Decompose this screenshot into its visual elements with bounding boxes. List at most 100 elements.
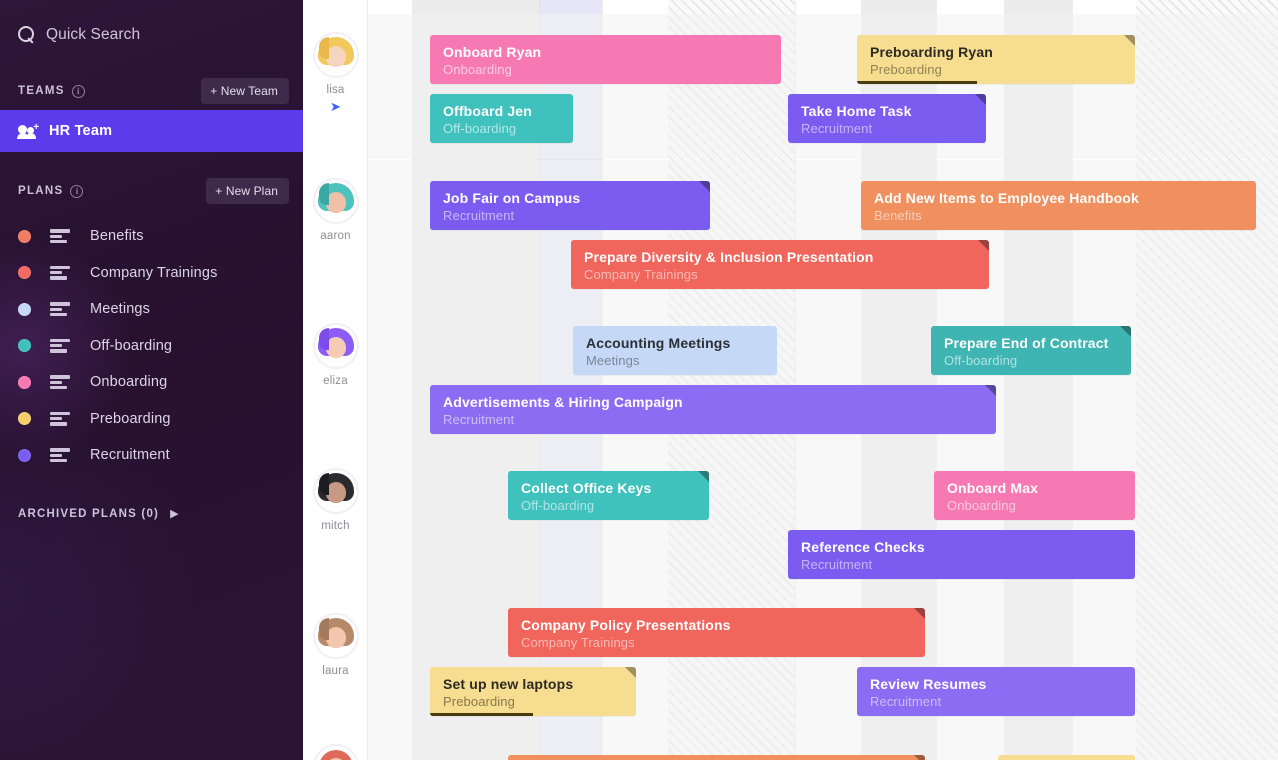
info-icon[interactable]: i bbox=[70, 184, 84, 198]
timeline-task-bar[interactable]: Offboard Jen Off-boarding bbox=[430, 94, 573, 143]
plan-color-dot bbox=[18, 412, 31, 426]
timeline-task-bar[interactable]: Prepare Diversity & Inclusion Presentati… bbox=[571, 240, 989, 289]
plan-list-icon bbox=[50, 411, 70, 426]
avatar bbox=[312, 32, 359, 78]
plan-label: Preboarding bbox=[90, 410, 171, 427]
task-title: Offboard Jen bbox=[443, 103, 532, 119]
task-plan-label: Preboarding bbox=[870, 62, 942, 78]
timeline-task-bar[interactable]: Onboard Max Onboarding bbox=[934, 471, 1135, 520]
quick-search-row[interactable] bbox=[0, 0, 303, 52]
person-cell[interactable]: laura bbox=[303, 613, 368, 677]
task-title: Set up new laptops bbox=[443, 676, 574, 692]
info-icon[interactable]: i bbox=[71, 84, 85, 98]
person-name: mitch bbox=[321, 520, 350, 532]
person-cell[interactable]: mitch bbox=[303, 468, 368, 532]
timeline-task-bar[interactable]: Set up new laptops Preboarding bbox=[430, 667, 636, 716]
plan-label: Onboarding bbox=[90, 374, 168, 391]
task-corner-fold-icon bbox=[978, 240, 989, 251]
avatar bbox=[312, 178, 359, 224]
task-plan-label: Onboarding bbox=[947, 498, 1016, 514]
task-title: Onboard Max bbox=[947, 480, 1039, 496]
plan-list-icon bbox=[50, 448, 70, 463]
people-column: lisa ➤ aaron eliza mitch laura bbox=[303, 0, 368, 760]
timeline-task-bar[interactable]: Preboarding Ryan Preboarding bbox=[857, 35, 1135, 84]
task-corner-fold-icon bbox=[625, 667, 636, 678]
person-cell[interactable]: lisa ➤ bbox=[303, 32, 368, 113]
timeline-task-bar[interactable]: Collect Office Keys Off-boarding bbox=[508, 471, 709, 520]
timeline-task-bar[interactable]: Accounting Meetings Meetings bbox=[573, 326, 777, 375]
task-plan-label: Off-boarding bbox=[443, 121, 517, 137]
avatar bbox=[312, 613, 359, 659]
timeline-task-bar[interactable]: Review Resumes Recruitment bbox=[857, 667, 1135, 716]
archived-plans-row[interactable]: ARCHIVED PLANS (0) ▶ bbox=[0, 494, 303, 534]
search-input[interactable] bbox=[46, 25, 266, 44]
task-title: Collect Office Keys bbox=[521, 480, 652, 496]
task-corner-fold-icon bbox=[975, 94, 986, 105]
timeline-task-bar[interactable] bbox=[998, 755, 1135, 760]
sidebar-item-hr-team[interactable]: + HR Team bbox=[0, 110, 303, 152]
plan-color-dot bbox=[18, 302, 31, 316]
task-title: Preboarding Ryan bbox=[870, 44, 993, 60]
sidebar-item-plan[interactable]: Recruitment bbox=[0, 437, 303, 474]
timeline-task-bar[interactable]: Company Policy Presentations Company Trai… bbox=[508, 608, 925, 657]
task-corner-fold-icon bbox=[914, 608, 925, 619]
chevron-right-icon: ▶ bbox=[170, 508, 179, 520]
timeline-grid[interactable]: Onboard Ryan Onboarding Preboarding Ryan Pr… bbox=[368, 0, 1278, 760]
timeline-task-bar[interactable]: Onboard Ryan Onboarding bbox=[430, 35, 781, 84]
avatar bbox=[312, 323, 359, 369]
timeline-panel: Onboard Ryan Onboarding Preboarding Ryan Pr… bbox=[303, 0, 1278, 760]
plan-label: Company Trainings bbox=[90, 264, 218, 281]
task-title: Job Fair on Campus bbox=[443, 190, 581, 206]
task-plan-label: Recruitment bbox=[870, 694, 942, 710]
task-title: Reference Checks bbox=[801, 539, 925, 555]
task-corner-fold-icon bbox=[985, 385, 996, 396]
task-title: Accounting Meetings bbox=[586, 335, 731, 351]
task-plan-label: Off-boarding bbox=[944, 353, 1018, 369]
plan-list-icon bbox=[50, 265, 70, 280]
plan-label: Off-boarding bbox=[90, 337, 173, 354]
team-name-label: HR Team bbox=[49, 123, 113, 139]
task-plan-label: Benefits bbox=[874, 208, 922, 224]
timeline-task-bar[interactable]: Reference Checks Recruitment bbox=[788, 530, 1135, 579]
task-plan-label: Off-boarding bbox=[521, 498, 595, 514]
timeline-task-bar[interactable]: Advertisements & Hiring Campaign Recruitm… bbox=[430, 385, 996, 434]
timeline-task-bar[interactable]: Take Home Task Recruitment bbox=[788, 94, 986, 143]
new-plan-button[interactable]: + New Plan bbox=[206, 178, 289, 204]
pin-icon[interactable]: ➤ bbox=[330, 100, 341, 113]
sidebar-item-plan[interactable]: Off-boarding bbox=[0, 328, 303, 365]
task-title: Prepare Diversity & Inclusion Presentati… bbox=[584, 249, 874, 265]
person-name: lisa bbox=[326, 84, 345, 96]
sidebar-item-plan[interactable]: Company Trainings bbox=[0, 255, 303, 292]
avatar bbox=[312, 744, 359, 760]
new-team-button[interactable]: + New Team bbox=[201, 78, 289, 104]
sidebar: TEAMS i + New Team + HR Team PLANS i + N… bbox=[0, 0, 303, 760]
person-cell[interactable]: eliza bbox=[303, 323, 368, 387]
sidebar-item-plan[interactable]: Preboarding bbox=[0, 401, 303, 438]
task-title: Review Resumes bbox=[870, 676, 987, 692]
timeline-task-bar[interactable]: Add New Items to Employee Handbook Benefi… bbox=[861, 181, 1256, 230]
sidebar-item-plan[interactable]: Benefits bbox=[0, 218, 303, 255]
timeline-task-bar[interactable] bbox=[508, 755, 925, 760]
task-corner-fold-icon bbox=[698, 471, 709, 482]
teams-section-title: TEAMS bbox=[18, 85, 65, 97]
timeline-task-bar[interactable]: Prepare End of Contract Off-boarding bbox=[931, 326, 1131, 375]
person-name: laura bbox=[322, 665, 349, 677]
task-title: Add New Items to Employee Handbook bbox=[874, 190, 1139, 206]
person-cell[interactable]: aaron bbox=[303, 178, 368, 242]
task-plan-label: Recruitment bbox=[443, 208, 515, 224]
task-plan-label: Meetings bbox=[586, 353, 640, 369]
task-plan-label: Company Trainings bbox=[521, 635, 635, 651]
plan-color-dot bbox=[18, 229, 31, 243]
app-root: TEAMS i + New Team + HR Team PLANS i + N… bbox=[0, 0, 1278, 760]
task-title: Take Home Task bbox=[801, 103, 912, 119]
sidebar-item-plan[interactable]: Onboarding bbox=[0, 364, 303, 401]
plan-color-dot bbox=[18, 339, 31, 353]
plan-label: Benefits bbox=[90, 228, 144, 245]
task-progress-bar bbox=[430, 712, 533, 716]
plan-label: Recruitment bbox=[90, 447, 170, 464]
plan-label: Meetings bbox=[90, 301, 151, 318]
timeline-task-bar[interactable]: Job Fair on Campus Recruitment bbox=[430, 181, 710, 230]
sidebar-item-plan[interactable]: Meetings bbox=[0, 291, 303, 328]
person-avatar-partial[interactable] bbox=[303, 744, 368, 760]
task-plan-label: Recruitment bbox=[801, 121, 873, 137]
